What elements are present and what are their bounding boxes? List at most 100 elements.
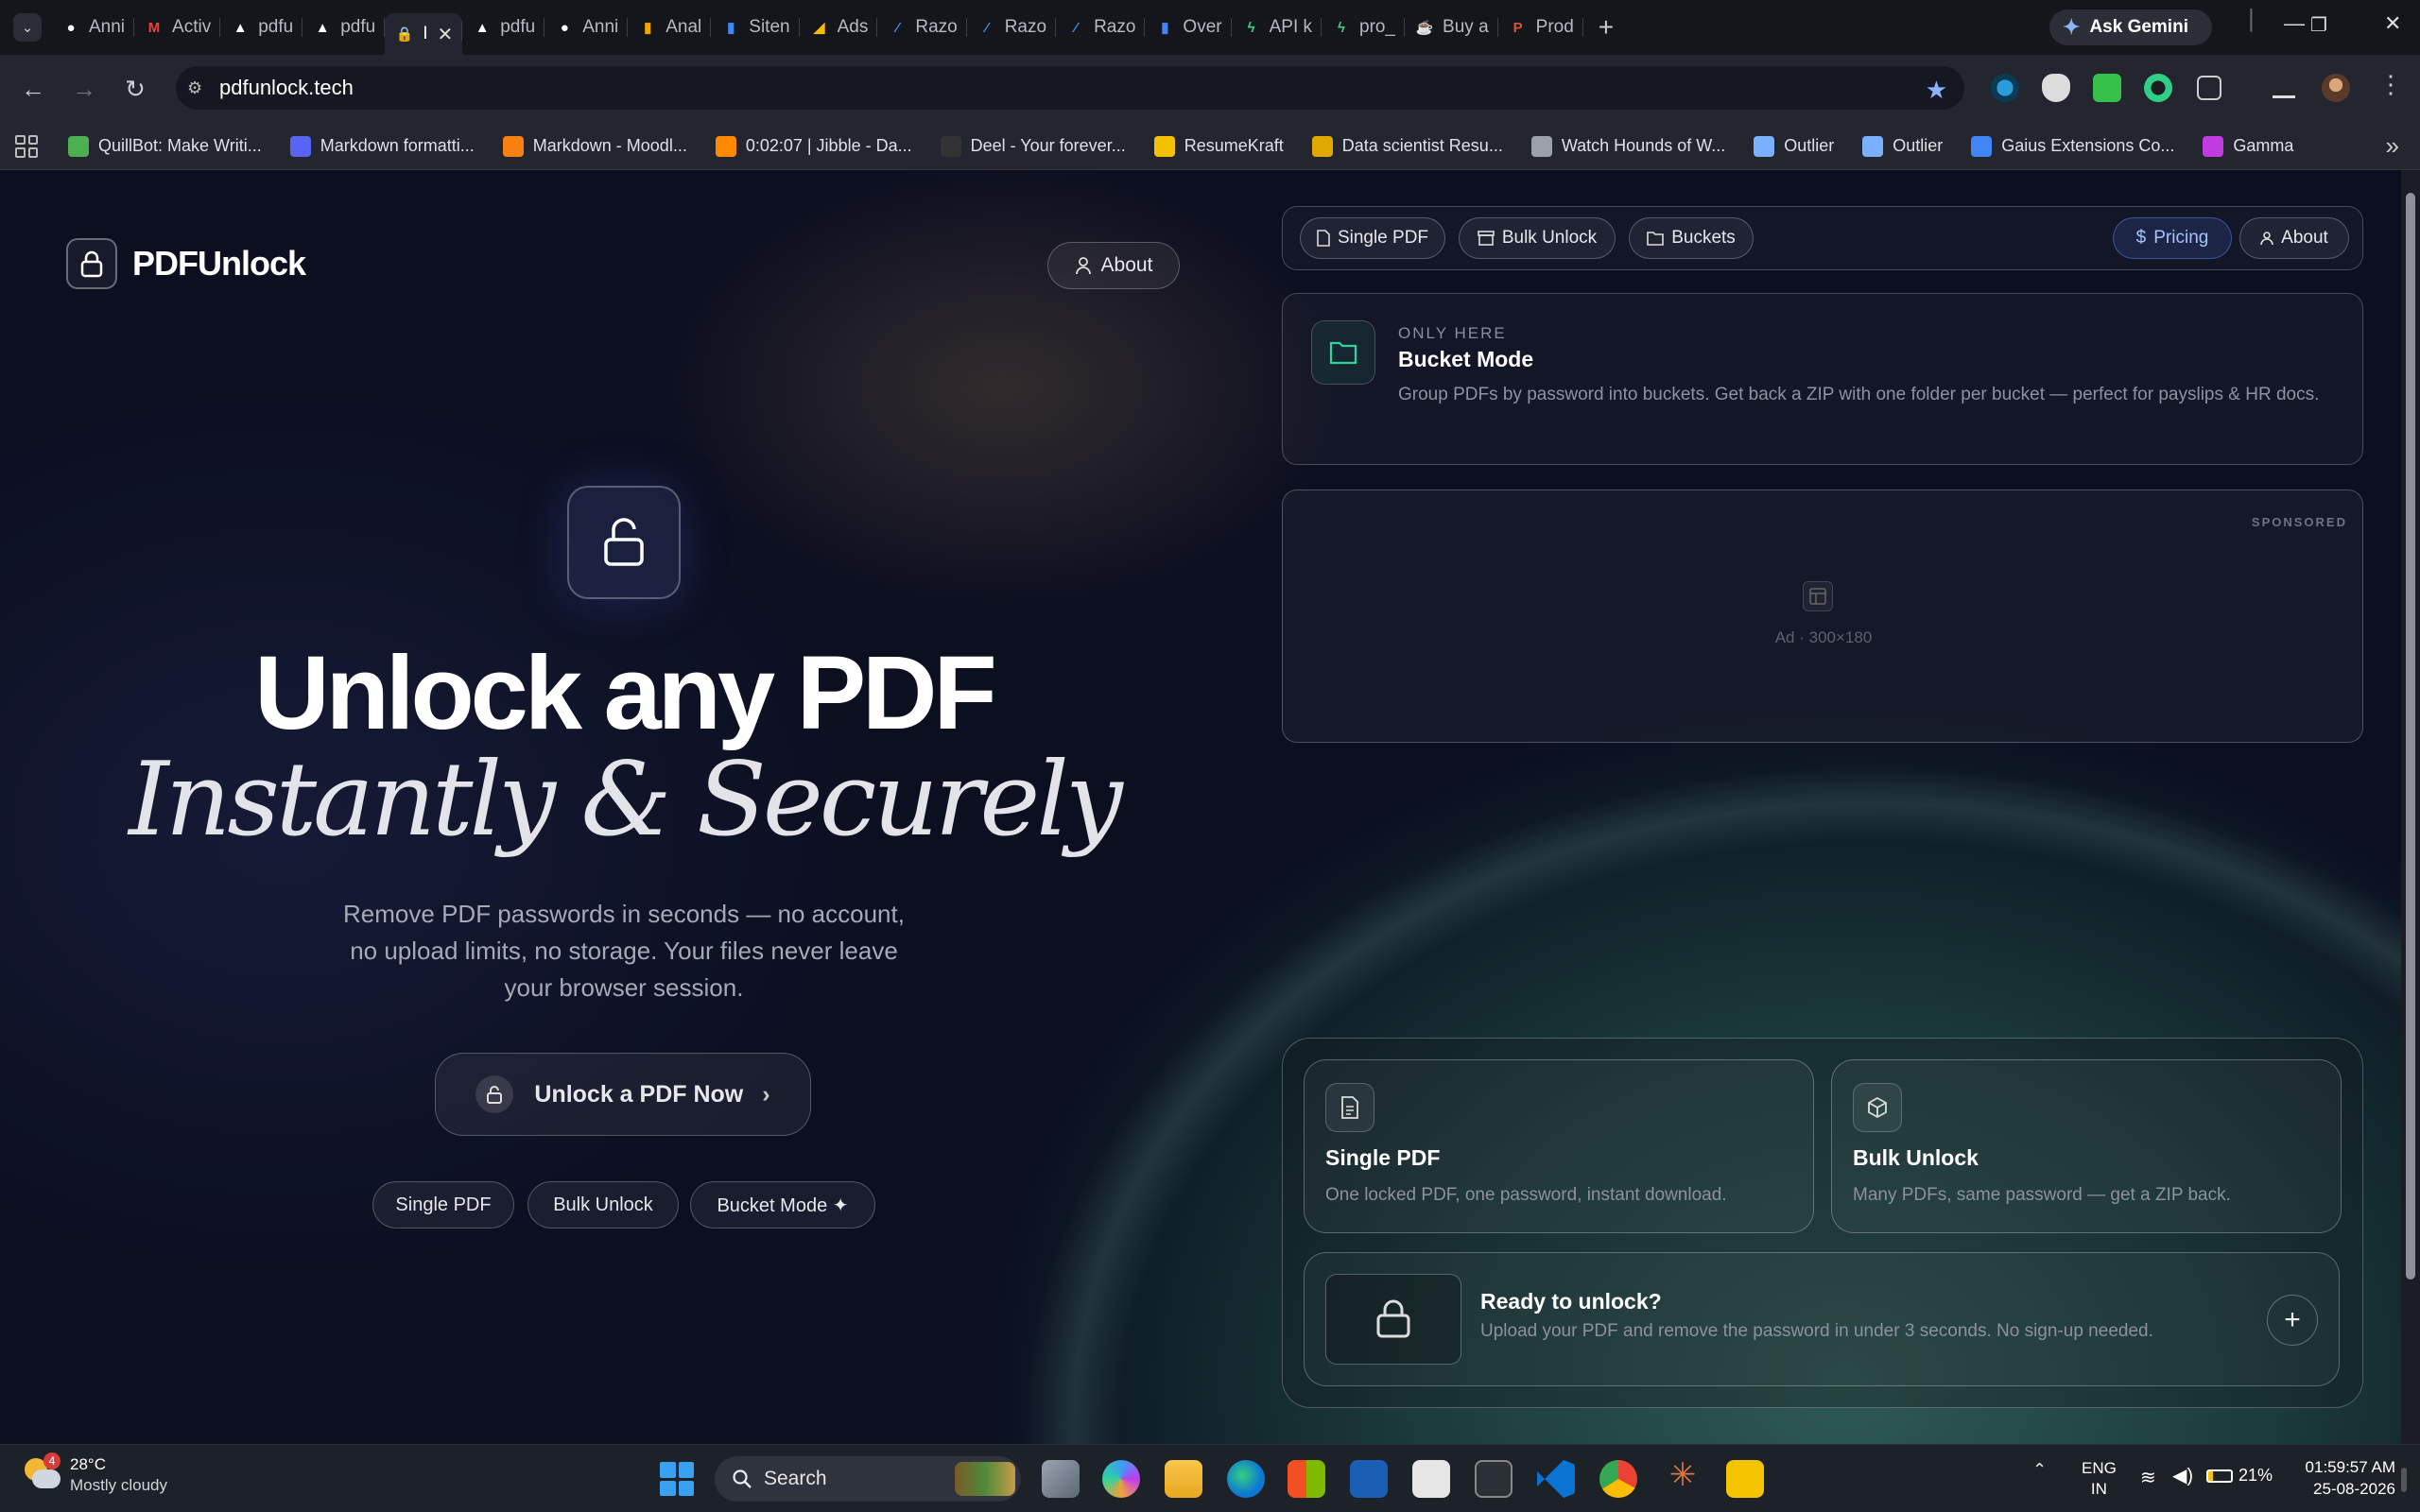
store-icon[interactable] [1288,1460,1325,1498]
browser-tab[interactable]: ● Anni [544,9,629,45]
copilot-icon[interactable] [1102,1460,1140,1498]
bookmark-item[interactable]: Outlier [1862,135,1943,157]
extensions-puzzle-icon[interactable] [2197,76,2221,100]
bookmark-item[interactable]: Gaius Extensions Co... [1971,135,2174,157]
nav-buckets[interactable]: Buckets [1629,217,1754,259]
more-bookmarks-icon[interactable]: » [2386,131,2399,161]
browser-tab[interactable]: ◢ Ads [800,9,878,45]
bookmark-item[interactable]: 0:02:07 | Jibble - Da... [715,135,912,157]
browser-tab[interactable]: ▮ Siten [711,9,800,45]
browser-tab[interactable]: 🔒 I ✕ [385,13,463,55]
nav-pricing[interactable]: $ Pricing [2113,217,2232,259]
battery-indicator[interactable]: 21% [2206,1466,2273,1486]
close-window-button[interactable]: ✕ [2384,11,2401,36]
browser-tab[interactable]: P Prod [1498,9,1583,45]
weather-widget[interactable]: 4 28°C Mostly cloudy [23,1452,167,1496]
new-tab-button[interactable]: + [1599,12,1614,43]
clock[interactable]: 01:59:57 AM 25-08-2026 [2278,1456,2395,1500]
volume-icon[interactable]: ◀) [2172,1464,2193,1487]
scrollbar-thumb[interactable] [2406,193,2415,1280]
bookmark-item[interactable]: QuillBot: Make Writi... [68,135,262,157]
bookmark-item[interactable]: Watch Hounds of W... [1530,135,1725,157]
single-pdf-card[interactable]: Single PDF One locked PDF, one password,… [1304,1059,1814,1233]
about-button[interactable]: About [1047,242,1180,289]
bookmark-star-icon[interactable]: ★ [1926,76,1947,105]
restore-button[interactable]: ❐ [2310,13,2327,37]
downloads-icon[interactable] [2273,74,2295,98]
bookmark-item[interactable]: Markdown formatti... [289,135,475,157]
wifi-icon[interactable]: ≋ [2140,1466,2156,1489]
browser-tab[interactable]: ☕ Buy a [1405,9,1498,45]
browser-tab[interactable]: ▲ pdfu [220,9,303,45]
tab-search-button[interactable]: ⌄ [13,13,42,42]
bulk-unlock-card[interactable]: Bulk Unlock Many PDFs, same password — g… [1831,1059,2342,1233]
browser-tab[interactable]: ▲ pdfu [302,9,386,45]
close-tab-icon[interactable]: ✕ [437,23,453,46]
edge-icon[interactable] [1227,1460,1265,1498]
browser-tab[interactable]: ϟ pro_ [1322,9,1406,45]
reload-button[interactable]: ↻ [110,75,161,104]
site-info-icon[interactable]: ⚙ [187,78,212,98]
back-button[interactable]: ← [8,75,59,104]
address-bar[interactable]: ⚙ pdfunlock.tech ★ [176,66,1964,110]
extension-icon[interactable] [2093,74,2121,102]
producthunt-icon: P [1512,19,1523,36]
terminal-icon[interactable] [1475,1460,1512,1498]
bucket-title: Bucket Mode [1398,347,1534,371]
browser-tab[interactable]: M Activ [134,9,221,45]
nav-bulk-unlock[interactable]: Bulk Unlock [1459,217,1616,259]
extension-icon[interactable] [1991,74,2019,102]
language-indicator[interactable]: ENG IN [2082,1458,2117,1500]
snipping-tool-icon[interactable] [1412,1460,1450,1498]
windows-start-button[interactable] [660,1462,694,1496]
bookmark-item[interactable]: Outlier [1754,135,1834,157]
add-file-button[interactable]: + [2267,1295,2318,1346]
chip-bucket-mode[interactable]: Bucket Mode ✦ [690,1181,875,1228]
chrome-icon[interactable] [1599,1460,1637,1498]
chip-bulk-unlock[interactable]: Bulk Unlock [527,1181,679,1228]
chevron-up-icon[interactable]: ⌃ [2032,1460,2047,1480]
bookmark-item[interactable]: Gamma [2203,135,2293,157]
file-explorer-icon[interactable] [1165,1460,1202,1498]
show-desktop-button[interactable] [2401,1468,2407,1492]
bookmark-item[interactable]: Deel - Your forever... [940,135,1126,157]
chrome-menu-icon[interactable]: ⋮ [2378,70,2407,98]
minimize-button[interactable]: — [2284,11,2305,36]
chatgpt-extension-icon[interactable] [2144,74,2172,102]
bookmark-item[interactable]: Data scientist Resu... [1311,135,1503,157]
browser-tab[interactable]: ● Anni [51,9,135,45]
unlock-pdf-cta-button[interactable]: Unlock a PDF Now › [435,1053,811,1136]
browser-tab[interactable]: ϟ API k [1232,9,1322,45]
profile-avatar[interactable] [2322,74,2350,102]
browser-tab[interactable]: ⁄ Razo [877,9,967,45]
bookmark-item[interactable]: ResumeKraft [1153,135,1284,157]
claude-icon[interactable]: ✳ [1664,1456,1702,1494]
bucket-mode-card[interactable]: ONLY HERE Bucket Mode Group PDFs by pass… [1282,293,2363,465]
browser-tab[interactable]: ⁄ Razo [1056,9,1146,45]
extension-icon[interactable] [2042,74,2070,102]
ask-gemini-button[interactable]: ✦ Ask Gemini [2049,9,2212,45]
vscode-icon[interactable] [1537,1460,1575,1498]
nav-about[interactable]: About [2239,217,2349,259]
task-view-icon[interactable] [1042,1460,1080,1498]
bookmark-item[interactable]: Markdown - Moodl... [502,135,687,157]
chip-single-pdf[interactable]: Single PDF [372,1181,514,1228]
app-icon[interactable] [1350,1460,1388,1498]
site-logo[interactable]: PDFUnlock [66,238,306,289]
scrollbar[interactable] [2401,170,2420,1444]
browser-tab[interactable]: ⁄ Razo [967,9,1057,45]
nav-single-pdf[interactable]: Single PDF [1300,217,1445,259]
razorpay-icon: ⁄ [1074,19,1078,36]
bucket-description: Group PDFs by password into buckets. Get… [1398,385,2320,404]
browser-tab[interactable]: ▮ Anal [628,9,712,45]
browser-tab[interactable]: ▲ pdfu [462,9,545,45]
taskbar-search[interactable]: Search [715,1456,1021,1502]
clock-date: 25-08-2026 [2313,1480,2395,1498]
ad-slot[interactable]: SPONSORED Ad · 300×180 [1282,490,2363,743]
browser-tab[interactable]: ▮ Over [1145,9,1232,45]
sticky-notes-icon[interactable] [1726,1460,1764,1498]
apps-grid-icon[interactable] [15,134,38,158]
forward-button[interactable]: → [59,75,110,104]
upload-dropzone[interactable]: Ready to unlock? Upload your PDF and rem… [1304,1252,2340,1386]
url-text[interactable]: pdfunlock.tech [219,76,354,100]
